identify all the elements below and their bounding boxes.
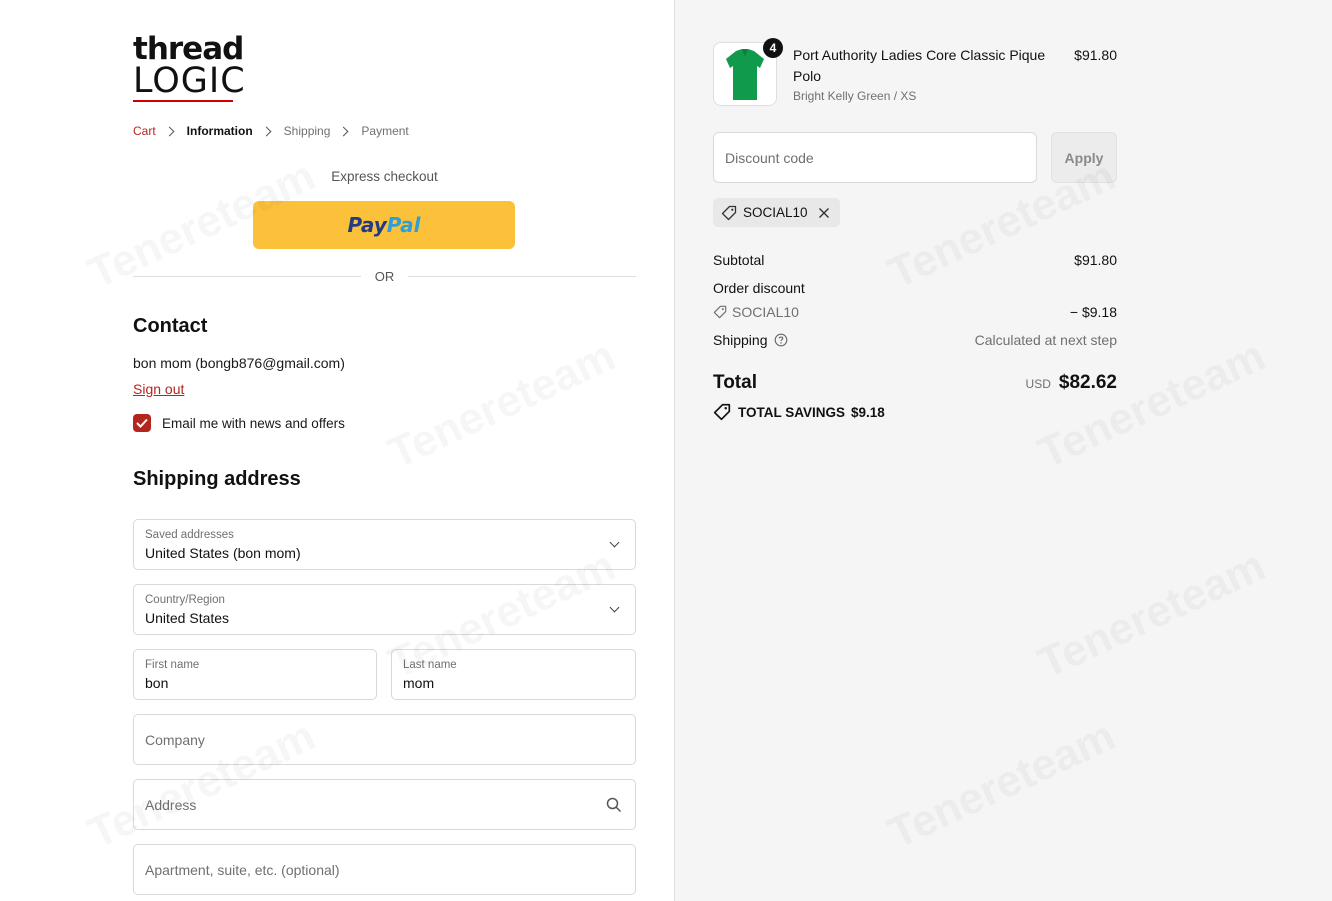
apply-button[interactable]: Apply	[1051, 132, 1117, 183]
paypal-logo-pal: Pal	[386, 213, 421, 237]
shipping-row: Shipping Calculated at next step	[713, 332, 1117, 348]
savings-value: $9.18	[851, 404, 885, 420]
contact-heading: Contact	[133, 315, 208, 337]
breadcrumb-cart[interactable]: Cart	[133, 124, 156, 138]
saved-addresses-label: Saved addresses	[145, 529, 234, 541]
newsletter-label: Email me with news and offers	[162, 415, 345, 431]
address-field[interactable]: Address	[133, 779, 636, 830]
total-savings-row: TOTAL SAVINGS $9.18	[713, 403, 1117, 421]
discount-code-tag: SOCIAL10	[713, 304, 799, 320]
chevron-down-icon	[609, 537, 620, 548]
last-name-value: mom	[403, 675, 435, 691]
contact-email: bon mom (bongb876@gmail.com)	[133, 355, 345, 371]
close-icon[interactable]	[818, 207, 830, 219]
sign-out-link[interactable]: Sign out	[133, 381, 184, 397]
chevron-right-icon	[261, 126, 272, 136]
company-placeholder: Company	[145, 732, 205, 748]
currency-code: USD	[1025, 377, 1051, 391]
discount-placeholder: Discount code	[725, 150, 814, 166]
saved-addresses-value: United States (bon mom)	[145, 545, 301, 561]
breadcrumb-shipping: Shipping	[283, 124, 331, 138]
apartment-field[interactable]: Apartment, suite, etc. (optional)	[133, 844, 636, 895]
applied-discount-chip: SOCIAL10	[713, 198, 840, 227]
total-label: Total	[713, 372, 757, 393]
shipping-value: Calculated at next step	[974, 332, 1117, 348]
product-name: Port Authority Ladies Core Classic Pique…	[793, 47, 1046, 84]
brand-logo[interactable]: thread LOGIC	[133, 31, 246, 102]
chevron-right-icon	[164, 126, 175, 136]
savings-label: TOTAL SAVINGS	[738, 404, 846, 420]
tag-icon	[721, 205, 737, 220]
saved-addresses-select[interactable]: Saved addresses United States (bon mom)	[133, 519, 636, 570]
shipping-label: Shipping	[713, 332, 768, 348]
newsletter-checkbox[interactable]	[133, 414, 151, 432]
apartment-placeholder: Apartment, suite, etc. (optional)	[145, 862, 340, 878]
subtotal-row: Subtotal $91.80	[713, 252, 1117, 268]
total-row: Total USD $82.62	[713, 372, 1117, 396]
discount-code-text: SOCIAL10	[732, 304, 799, 320]
country-select[interactable]: Country/Region United States	[133, 584, 636, 635]
breadcrumb: Cart Information Shipping Payment	[133, 124, 409, 138]
product-variant: Bright Kelly Green / XS	[793, 89, 917, 103]
checkout-main: thread LOGIC Cart Information Shipping P…	[0, 0, 675, 901]
product-price: $91.80	[1074, 47, 1117, 63]
subtotal-value: $91.80	[1074, 252, 1117, 268]
country-value: United States	[145, 610, 230, 626]
or-divider: OR	[133, 267, 636, 287]
logo-text-top: thread	[133, 31, 244, 67]
express-checkout-label: Express checkout	[331, 169, 438, 184]
discount-code-row: SOCIAL10 − $9.18	[713, 304, 1117, 322]
tag-icon	[713, 305, 727, 319]
country-label: Country/Region	[145, 594, 225, 606]
breadcrumb-information: Information	[186, 124, 253, 138]
paypal-button[interactable]: Pay Pal	[253, 201, 515, 249]
discount-code-input[interactable]: Discount code	[713, 132, 1037, 183]
first-name-value: bon	[145, 675, 169, 691]
shipping-address-heading: Shipping address	[133, 468, 301, 490]
logo-text-bottom: LOGIC	[133, 61, 246, 101]
logo-underline	[133, 100, 233, 102]
applied-code: SOCIAL10	[743, 205, 808, 220]
order-discount-label: Order discount	[713, 280, 805, 296]
or-text: OR	[374, 269, 395, 284]
company-field[interactable]: Company	[133, 714, 636, 765]
last-name-label: Last name	[403, 659, 457, 671]
help-icon[interactable]	[774, 333, 788, 347]
chevron-right-icon	[338, 126, 349, 136]
quantity-badge: 4	[763, 38, 783, 58]
discount-value: − $9.18	[1069, 304, 1117, 320]
checkmark-icon	[136, 418, 148, 428]
newsletter-option[interactable]: Email me with news and offers	[133, 414, 345, 432]
savings-tag-icon	[713, 403, 731, 421]
breadcrumb-payment: Payment	[361, 124, 409, 138]
paypal-logo-pay: Pay	[347, 213, 387, 237]
first-name-field[interactable]: First name bon	[133, 649, 377, 700]
chevron-down-icon	[609, 602, 620, 613]
total-value: $82.62	[1058, 372, 1117, 393]
order-discount-row: Order discount	[713, 280, 1117, 296]
first-name-label: First name	[145, 659, 200, 671]
last-name-field[interactable]: Last name mom	[391, 649, 636, 700]
subtotal-label: Subtotal	[713, 252, 765, 268]
address-placeholder: Address	[145, 797, 197, 813]
search-icon	[606, 797, 622, 813]
